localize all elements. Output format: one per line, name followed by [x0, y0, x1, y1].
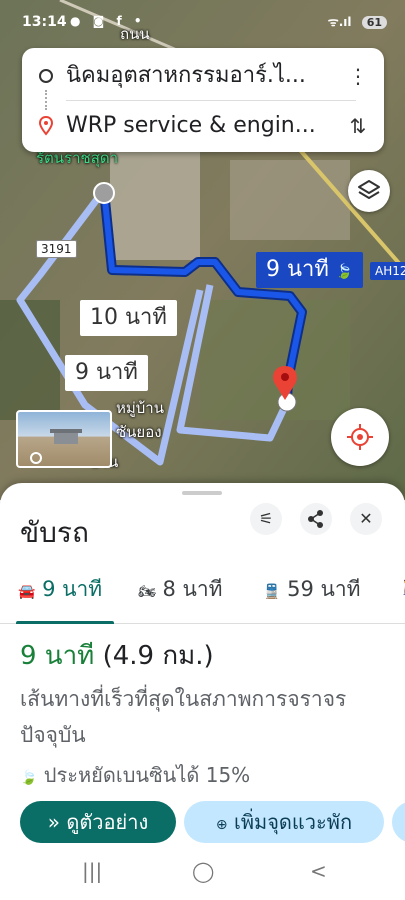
preview-button[interactable]: » ดูตัวอย่าง	[20, 801, 176, 843]
tab-driving[interactable]: 🚘 9 นาที	[18, 573, 102, 606]
walk-icon: 🚶	[398, 580, 405, 596]
tab-motorcycle[interactable]: 🏍 8 นาที	[138, 573, 223, 606]
directions-sheet: ขับรถ ⚟ ✕ 🚘 9 นาที 🏍 8 นาที 🚆 59 นาที 🚶 …	[0, 483, 405, 900]
route-search-card: นิคมอุตสาหกรรมอาร์.ไ... ⋮ WRP service & …	[22, 48, 384, 152]
back-icon[interactable]: <	[310, 859, 327, 883]
share-button[interactable]	[300, 503, 332, 535]
my-location-button[interactable]	[331, 408, 389, 466]
road-shield-ah: AH12	[370, 262, 405, 280]
battery-icon: 61	[361, 16, 387, 29]
home-icon[interactable]: ◯	[192, 859, 214, 883]
route-duration: 9 นาที	[20, 641, 95, 671]
travel-mode-tabs: 🚘 9 นาที 🏍 8 นาที 🚆 59 นาที 🚶	[0, 561, 405, 624]
system-nav-bar: ||| ◯ <	[0, 853, 405, 900]
car-icon: 🚘	[18, 584, 36, 600]
notification-icons: ● ◙ f •	[70, 14, 146, 28]
origin-circle-icon	[39, 69, 53, 83]
signal-icon: ᯤ.ıl	[327, 15, 352, 29]
street-view-thumbnail[interactable]	[16, 410, 112, 468]
divider	[66, 100, 356, 101]
add-stop-label: เพิ่มจุดแวะพัก	[234, 810, 353, 834]
origin-marker[interactable]	[93, 182, 115, 204]
farm-area-2	[200, 300, 350, 420]
destination-pin-small-icon	[38, 116, 54, 136]
destination-row[interactable]: WRP service & engin... ⇅	[22, 102, 384, 150]
status-bar: 13:14 ● ◙ f • ᯤ.ıl 61	[0, 0, 405, 44]
close-button[interactable]: ✕	[350, 503, 382, 535]
tab-driving-label: 9 นาที	[42, 577, 103, 601]
more-options-icon[interactable]: ⋮	[346, 62, 370, 90]
route-options-button[interactable]: ⚟	[250, 503, 282, 535]
field-area	[230, 160, 350, 240]
route-description: เส้นทางที่เร็วที่สุดในสภาพการจราจรปัจจุบ…	[20, 687, 347, 747]
swap-icon[interactable]: ⇅	[346, 112, 370, 140]
more-actions-button[interactable]	[392, 801, 405, 843]
share-icon	[308, 510, 323, 528]
road-shield-3191: 3191	[36, 240, 77, 258]
route-time-label-10min[interactable]: 10 นาที	[80, 300, 177, 336]
fuel-saving: 🍃 ประหยัดเบนซินได้ 15%	[20, 759, 250, 791]
add-stop-icon: ⊕	[215, 817, 228, 833]
sheet-title: ขับรถ	[20, 516, 89, 549]
map-village-label: หมู่บ้าน	[116, 399, 164, 417]
layers-button[interactable]	[348, 170, 390, 212]
fuel-saving-text: ประหยัดเบนซินได้ 15%	[43, 763, 251, 787]
close-icon: ✕	[359, 509, 373, 528]
route-summary: 9 นาที (4.9 กม.)	[20, 635, 214, 676]
recent-apps-icon[interactable]: |||	[82, 859, 102, 883]
tab-motorcycle-label: 8 นาที	[162, 577, 223, 601]
tab-transit[interactable]: 🚆 59 นาที	[263, 573, 361, 606]
add-stop-button[interactable]: ⊕ เพิ่มจุดแวะพัก	[184, 801, 384, 843]
destination-field[interactable]: WRP service & engin...	[66, 110, 326, 142]
route-time-label-main[interactable]: 9 นาที 🍃	[256, 252, 364, 288]
route-distance: (4.9 กม.)	[102, 641, 214, 671]
industrial-area	[110, 150, 200, 260]
tab-transit-label: 59 นาที	[287, 577, 361, 601]
origin-row[interactable]: นิคมอุตสาหกรรมอาร์.ไ... ⋮	[22, 52, 384, 100]
tab-walking[interactable]: 🚶	[398, 573, 405, 597]
pin-center	[281, 373, 289, 381]
leaf-icon: 🍃	[20, 770, 38, 786]
eco-leaf-icon: 🍃	[335, 264, 354, 280]
street-view-image	[30, 429, 82, 464]
map-village-label-2: ซันยอง	[116, 423, 162, 441]
drag-handle[interactable]	[182, 491, 222, 495]
train-icon: 🚆	[263, 584, 281, 600]
origin-field[interactable]: นิคมอุตสาหกรรมอาร์.ไ...	[66, 60, 326, 92]
status-right: ᯤ.ıl 61	[328, 13, 387, 30]
layers-icon	[358, 180, 380, 199]
active-tab-indicator	[16, 621, 114, 624]
route-time-text: 9 นาที	[266, 257, 329, 282]
route-time-label-alt[interactable]: 9 นาที	[65, 355, 148, 391]
motorcycle-icon: 🏍	[138, 584, 156, 600]
preview-label: ดูตัวอย่าง	[66, 810, 149, 834]
chevron-double-icon: »	[47, 810, 60, 834]
sliders-icon: ⚟	[258, 509, 274, 528]
crosshair-icon	[347, 424, 373, 450]
status-time: 13:14	[22, 14, 67, 30]
